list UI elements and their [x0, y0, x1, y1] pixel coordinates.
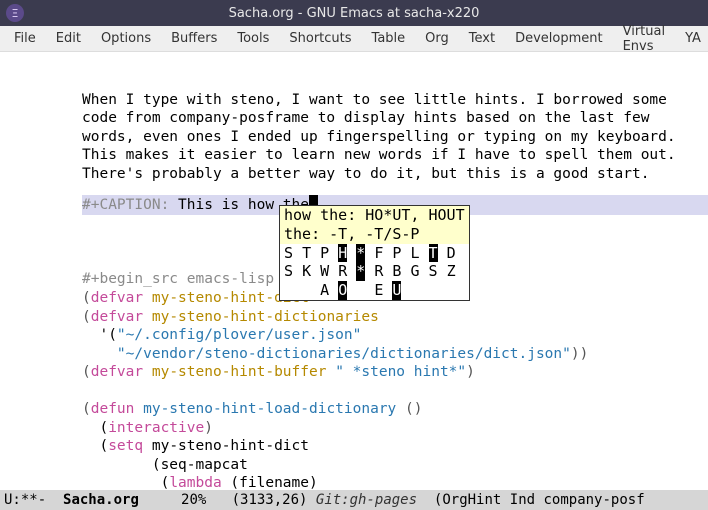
steno-row-vowels: A O E U: [280, 281, 469, 300]
hint-line: the: -T, -T/S-P: [280, 225, 469, 244]
keyword-defvar: defvar: [91, 290, 143, 306]
modeline-vc: Git:gh-pages: [316, 492, 417, 508]
steno-key-active: T: [429, 244, 438, 263]
modeline-status: U:**-: [4, 492, 63, 508]
paren: (): [405, 401, 422, 417]
paren: (: [82, 401, 91, 417]
code-text: (: [82, 438, 108, 454]
paren: ): [204, 420, 213, 436]
menu-options[interactable]: Options: [91, 31, 161, 46]
keyword-defvar: defvar: [91, 364, 143, 380]
modeline: U:**- Sacha.org 20% (3133,26) Git:gh-pag…: [0, 490, 708, 510]
body-line: words, even ones I ended up fingerspelli…: [82, 129, 676, 145]
function-name: my-steno-hint-load-dictionary: [134, 401, 405, 417]
body-line: When I type with steno, I want to see li…: [82, 92, 667, 108]
body-line: This makes it easier to learn new words …: [82, 147, 676, 163]
menu-virtual-envs[interactable]: Virtual Envs: [613, 24, 675, 54]
menu-table[interactable]: Table: [362, 31, 416, 46]
menu-development[interactable]: Development: [505, 31, 613, 46]
keyword-interactive: interactive: [108, 420, 204, 436]
menu-edit[interactable]: Edit: [46, 31, 91, 46]
keyword-defvar: defvar: [91, 309, 143, 325]
keyword-setq: setq: [108, 438, 143, 454]
window-title: Sacha.org - GNU Emacs at sacha-x220: [32, 6, 702, 21]
steno-key-active: H: [338, 244, 347, 263]
steno-star-active: *: [356, 262, 365, 281]
steno-key-active: O: [338, 281, 347, 300]
menu-file[interactable]: File: [4, 31, 46, 46]
menubar: File Edit Options Buffers Tools Shortcut…: [0, 26, 708, 52]
var-name: my-steno-hint-dictionaries: [143, 309, 379, 325]
hint-line: how the: HO*UT, HOUT: [280, 206, 469, 225]
titlebar: Ξ Sacha.org - GNU Emacs at sacha-x220: [0, 0, 708, 26]
paren: (: [82, 309, 91, 325]
var-name: my-steno-hint-buffer: [143, 364, 335, 380]
keyword-defun: defun: [91, 401, 135, 417]
body-line: code from company-posframe to display hi…: [82, 110, 649, 126]
begin-src: #+begin_src emacs-lisp: [82, 271, 274, 287]
paren: (: [82, 290, 91, 306]
modeline-percent: 20%: [139, 492, 232, 508]
menu-ya[interactable]: YA: [675, 31, 708, 46]
paren: ): [466, 364, 475, 380]
menu-shortcuts[interactable]: Shortcuts: [279, 31, 361, 46]
string-literal: "~/.config/plover/user.json": [117, 327, 361, 343]
modeline-filename: Sacha.org: [63, 492, 139, 508]
modeline-modes: (OrgHint Ind company-posf: [417, 492, 645, 508]
emacs-icon: Ξ: [6, 4, 24, 22]
paren: (: [82, 364, 91, 380]
menu-tools[interactable]: Tools: [227, 31, 279, 46]
steno-row: S T P H * F P L T D: [280, 244, 469, 263]
code-text: (seq-mapcat: [82, 457, 248, 473]
string-literal: "~/vendor/steno-dictionaries/dictionarie…: [117, 346, 571, 362]
paren: )): [571, 346, 588, 362]
code-text: '(: [82, 327, 117, 343]
modeline-position: (3133,26): [232, 492, 316, 508]
code-text: [82, 346, 117, 362]
menu-org[interactable]: Org: [415, 31, 459, 46]
steno-star-active: *: [356, 244, 365, 263]
steno-key-active: U: [392, 281, 401, 300]
var-name: my-steno-hint-dict: [143, 438, 309, 454]
steno-hint-popup: how the: HO*UT, HOUT the: -T, -T/S-P S T…: [279, 205, 470, 301]
string-literal: " *steno hint*": [335, 364, 466, 380]
code-text: (: [82, 420, 108, 436]
body-line: There's probably a better way to do it, …: [82, 166, 649, 182]
menu-text[interactable]: Text: [459, 31, 505, 46]
caption-keyword: #+CAPTION:: [82, 197, 169, 213]
steno-row: S K W R * R B G S Z: [280, 262, 469, 281]
menu-buffers[interactable]: Buffers: [161, 31, 227, 46]
